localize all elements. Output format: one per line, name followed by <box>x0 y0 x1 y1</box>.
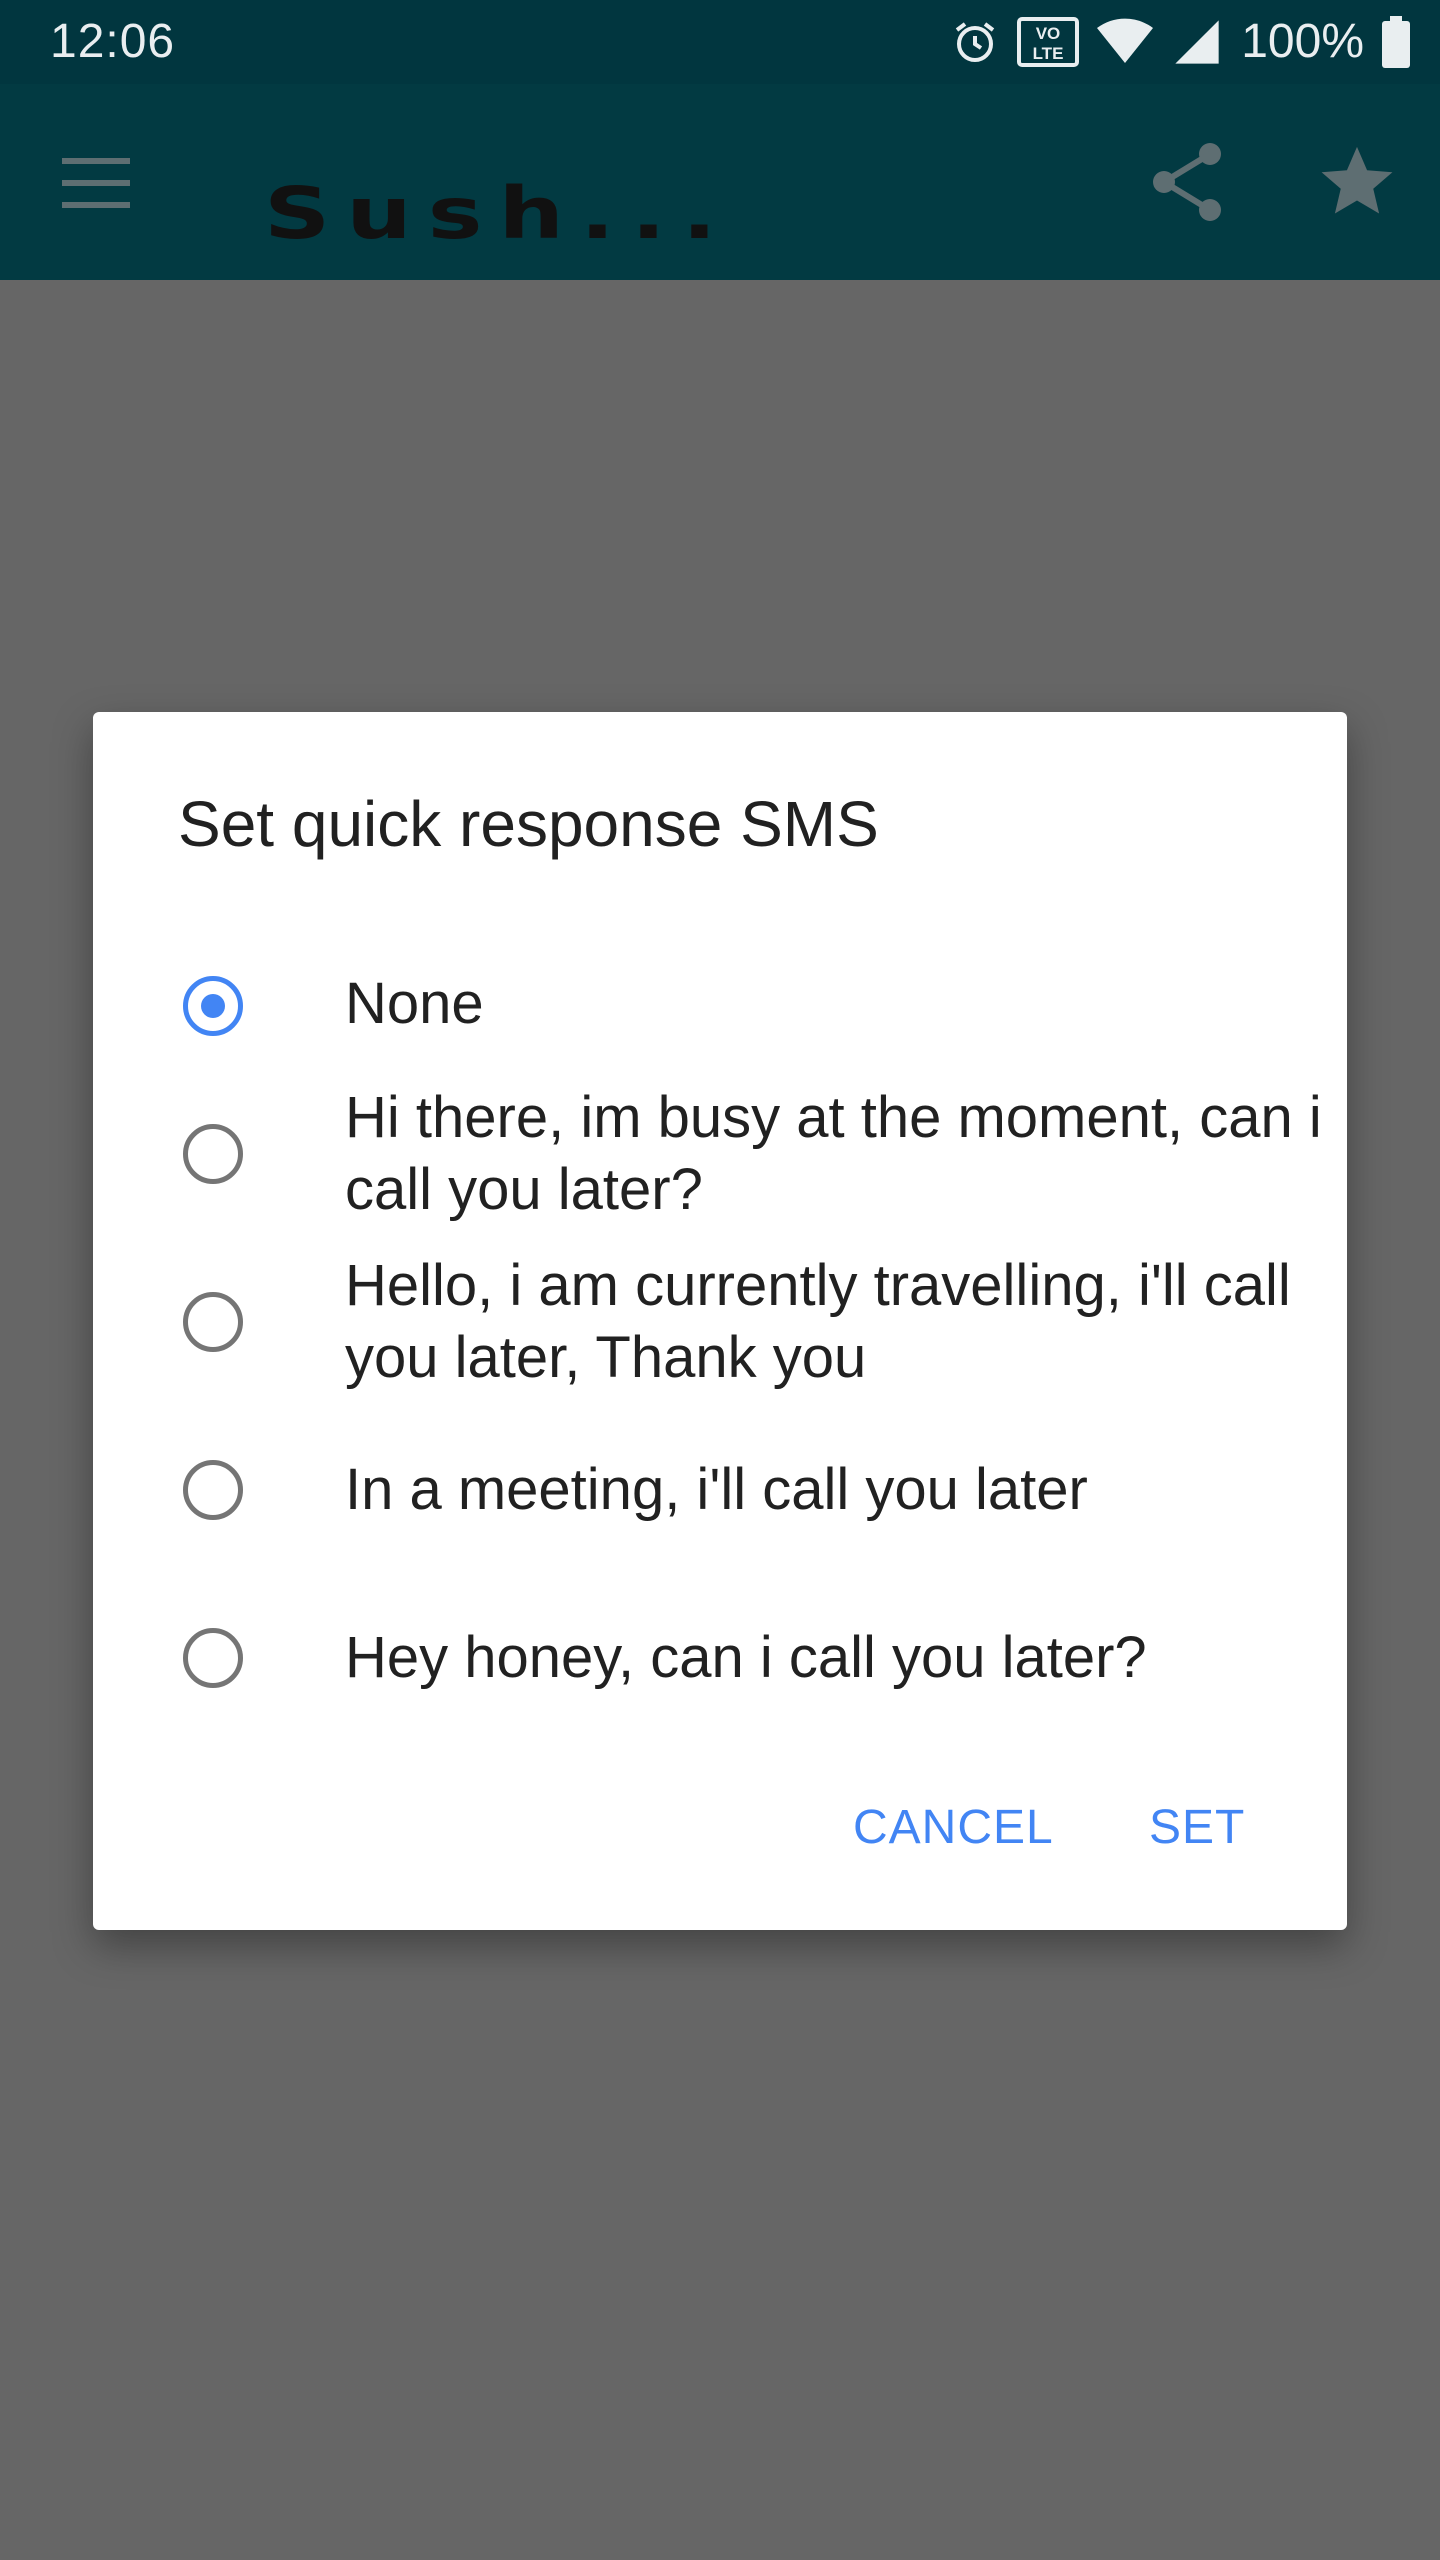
share-icon[interactable] <box>1150 142 1224 222</box>
battery-icon <box>1382 16 1410 68</box>
radio-button[interactable] <box>183 1292 243 1352</box>
quick-response-dialog: Set quick response SMS None Hi there, im… <box>93 712 1347 1930</box>
menu-icon[interactable] <box>62 156 130 210</box>
radio-button-selected[interactable] <box>183 976 243 1036</box>
status-time: 12:06 <box>50 15 176 68</box>
option-label: None <box>345 971 484 1036</box>
cancel-button[interactable]: CANCEL <box>853 1798 1054 1858</box>
option-label: Hey honey, can i call you later? <box>345 1625 1147 1690</box>
option-travelling[interactable]: Hello, i am currently travelling, i'll c… <box>93 1240 1347 1400</box>
option-label: In a meeting, i'll call you later <box>345 1457 1088 1522</box>
radio-button[interactable] <box>183 1460 243 1520</box>
app-title: Sush... <box>264 171 733 256</box>
option-label: Hello, i am currently travelling, i'll c… <box>345 1253 1291 1390</box>
star-icon[interactable] <box>1318 142 1396 220</box>
option-label: Hi there, im busy at the moment, can i c… <box>345 1085 1322 1222</box>
volte-text-bottom: LTE <box>1033 44 1064 63</box>
wifi-icon <box>1097 18 1154 66</box>
status-bar: 12:06 VO LTE 100% <box>0 0 1440 84</box>
option-busy[interactable]: Hi there, im busy at the moment, can i c… <box>93 1072 1347 1232</box>
option-honey[interactable]: Hey honey, can i call you later? <box>93 1576 1347 1736</box>
volte-icon: VO LTE <box>1017 17 1080 67</box>
battery-percent: 100% <box>1241 15 1364 68</box>
volte-text-top: VO <box>1036 24 1061 43</box>
option-none[interactable]: None <box>93 942 1347 1062</box>
app-bar: Sush... <box>0 84 1440 280</box>
set-button[interactable]: SET <box>1149 1798 1245 1858</box>
signal-icon <box>1171 16 1223 68</box>
option-meeting[interactable]: In a meeting, i'll call you later <box>93 1408 1347 1568</box>
dialog-title: Set quick response SMS <box>178 788 879 860</box>
alarm-icon <box>951 18 999 66</box>
status-icons: VO LTE 100% <box>951 14 1410 70</box>
radio-button[interactable] <box>183 1124 243 1184</box>
radio-button[interactable] <box>183 1628 243 1688</box>
